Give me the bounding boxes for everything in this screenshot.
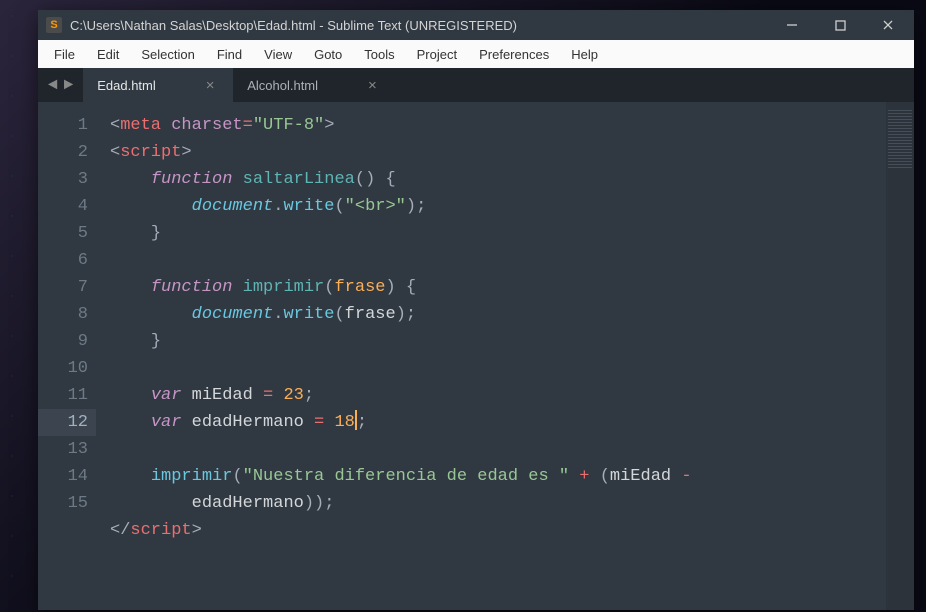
window-title: C:\Users\Nathan Salas\Desktop\Edad.html … [70, 18, 517, 33]
menubar: File Edit Selection Find View Goto Tools… [38, 40, 914, 68]
line-number[interactable]: 2 [38, 139, 88, 166]
titlebar[interactable]: S C:\Users\Nathan Salas\Desktop\Edad.htm… [38, 10, 914, 40]
line-number[interactable]: 12 [38, 409, 96, 436]
close-icon[interactable]: × [206, 77, 215, 94]
close-icon[interactable]: × [368, 77, 377, 94]
tab-history-forward-icon[interactable]: ► [64, 76, 74, 94]
menu-tools[interactable]: Tools [354, 43, 404, 66]
code-area[interactable]: <meta charset="UTF-8"> <script> function… [96, 102, 886, 610]
window-controls [782, 15, 906, 35]
menu-view[interactable]: View [254, 43, 302, 66]
line-number[interactable]: 15 [38, 490, 88, 517]
menu-file[interactable]: File [44, 43, 85, 66]
tab-alcohol[interactable]: Alcohol.html × [233, 68, 391, 102]
tab-history-back-icon[interactable]: ◄ [48, 76, 58, 94]
app-icon: S [46, 17, 62, 33]
line-number[interactable]: 14 [38, 463, 88, 490]
menu-help[interactable]: Help [561, 43, 608, 66]
line-number[interactable]: 5 [38, 220, 88, 247]
tab-nav: ◄ ► [38, 68, 83, 102]
line-number[interactable]: 7 [38, 274, 88, 301]
editor: 123456789101112131415 <meta charset="UTF… [38, 102, 914, 610]
menu-preferences[interactable]: Preferences [469, 43, 559, 66]
line-number[interactable]: 4 [38, 193, 88, 220]
minimap[interactable] [886, 102, 914, 610]
line-number[interactable]: 8 [38, 301, 88, 328]
tab-edad[interactable]: Edad.html × [83, 68, 233, 102]
line-number[interactable]: 11 [38, 382, 88, 409]
tab-label: Alcohol.html [247, 78, 318, 93]
menu-project[interactable]: Project [407, 43, 467, 66]
line-number[interactable]: 3 [38, 166, 88, 193]
line-number[interactable]: 13 [38, 436, 88, 463]
menu-find[interactable]: Find [207, 43, 252, 66]
menu-edit[interactable]: Edit [87, 43, 129, 66]
tabbar: ◄ ► Edad.html × Alcohol.html × [38, 68, 914, 102]
line-gutter[interactable]: 123456789101112131415 [38, 102, 96, 610]
close-button[interactable] [878, 15, 898, 35]
text-cursor [355, 410, 357, 430]
line-number[interactable]: 10 [38, 355, 88, 382]
sublime-window: S C:\Users\Nathan Salas\Desktop\Edad.htm… [38, 10, 914, 610]
line-number[interactable]: 1 [38, 112, 88, 139]
menu-selection[interactable]: Selection [131, 43, 204, 66]
tab-label: Edad.html [97, 78, 156, 93]
line-number[interactable]: 9 [38, 328, 88, 355]
minimize-button[interactable] [782, 15, 802, 35]
menu-goto[interactable]: Goto [304, 43, 352, 66]
line-number[interactable]: 6 [38, 247, 88, 274]
maximize-button[interactable] [830, 15, 850, 35]
